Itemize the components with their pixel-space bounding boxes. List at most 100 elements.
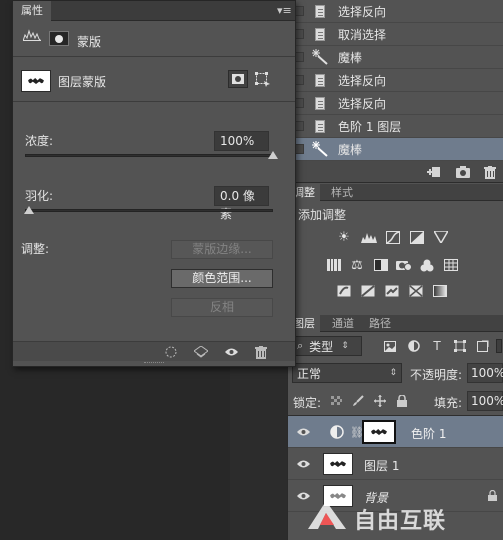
mask-mode-icon[interactable]: [49, 31, 69, 46]
brightness-icon[interactable]: ☀: [336, 230, 352, 245]
tab-properties[interactable]: 属性: [13, 1, 51, 21]
history-item-label: 取消选择: [338, 27, 387, 42]
refine-label: 调整:: [21, 242, 50, 256]
document-icon: [312, 95, 328, 111]
resize-grip[interactable]: [144, 362, 164, 365]
channel-mixer-icon[interactable]: [419, 258, 435, 272]
search-icon: ⌕: [297, 339, 304, 352]
levels-mode-icon[interactable]: [22, 29, 43, 45]
density-slider-handle[interactable]: [268, 151, 278, 159]
load-selection-icon[interactable]: [163, 345, 179, 359]
layer-name: 图层 1: [364, 459, 400, 473]
color-range-button[interactable]: 颜色范围...: [171, 269, 273, 288]
tab-channels[interactable]: 通道: [327, 315, 359, 332]
filter-shape-icon[interactable]: [451, 338, 469, 354]
filter-toggle[interactable]: [496, 339, 502, 353]
opacity-label: 不透明度:: [410, 368, 463, 382]
properties-panel: 属性 ▾≡ 蒙版 图层蒙版 浓度: 100% 羽化: 0.0 像素 调整: 蒙版…: [12, 0, 296, 367]
properties-titlebar: 属性 ▾≡: [13, 1, 295, 21]
history-item[interactable]: 魔棒: [288, 46, 503, 69]
history-item[interactable]: 选择反向: [288, 69, 503, 92]
history-item[interactable]: 取消选择: [288, 23, 503, 46]
right-dock: 选择反向 取消选择 魔棒 选择反向 选择反向 色阶 1 图层 魔棒 调整 样式 …: [287, 0, 503, 540]
adjustment-layer-icon: [330, 425, 344, 439]
history-item-label: 色阶 1 图层: [338, 119, 402, 134]
visibility-eye-icon[interactable]: [296, 425, 310, 439]
feather-slider[interactable]: [25, 209, 273, 212]
feather-input[interactable]: 0.0 像素: [214, 186, 269, 221]
filter-adjustment-icon[interactable]: [405, 338, 423, 354]
new-document-from-state-icon[interactable]: [425, 164, 443, 180]
levels-icon[interactable]: [361, 230, 377, 244]
adjustments-heading: 添加调整: [298, 208, 347, 222]
invert-adjust-icon[interactable]: [336, 284, 352, 298]
history-item[interactable]: 色阶 1 图层: [288, 115, 503, 138]
watermark-logo: 自由互联: [300, 497, 500, 537]
filter-pixel-icon[interactable]: [381, 338, 399, 354]
history-item[interactable]: 选择反向: [288, 0, 503, 23]
eye-icon[interactable]: [223, 345, 239, 359]
history-footer: [288, 161, 503, 183]
lock-move-icon[interactable]: [371, 393, 389, 409]
layer-thumbnail[interactable]: [323, 453, 353, 475]
color-lookup-icon[interactable]: [443, 258, 459, 272]
density-input[interactable]: 100%: [214, 131, 269, 151]
filter-type-icon[interactable]: T: [428, 338, 446, 354]
lock-transparent-icon[interactable]: [327, 393, 345, 409]
layer-filter-dropdown[interactable]: ⌕ 类型 ⇕: [292, 336, 362, 356]
selective-color-icon[interactable]: [408, 284, 424, 298]
feather-label: 羽化:: [25, 189, 54, 203]
invert-button[interactable]: 反相: [171, 298, 273, 317]
lock-all-icon[interactable]: [393, 393, 411, 409]
tab-styles[interactable]: 样式: [326, 184, 358, 201]
density-label: 浓度:: [25, 134, 54, 148]
trash-icon[interactable]: [253, 345, 269, 359]
layers-tabbar: 图层 通道 路径: [288, 315, 503, 332]
history-item-label: 选择反向: [338, 96, 387, 111]
history-item-label: 选择反向: [338, 4, 387, 19]
document-icon: [312, 72, 328, 88]
trash-icon[interactable]: [481, 164, 499, 180]
panel-menu-icon[interactable]: ▾≡: [277, 4, 292, 17]
mask-thumbnail: [21, 70, 51, 92]
apply-mask-icon[interactable]: [193, 345, 209, 359]
properties-footer: [13, 341, 295, 361]
opacity-input[interactable]: 100%: [467, 363, 503, 383]
chevron-updown-icon: ⇕: [341, 341, 349, 351]
filter-smart-object-icon[interactable]: [474, 338, 492, 354]
vibrance-icon[interactable]: [433, 230, 449, 244]
canvas-area: [230, 367, 287, 540]
mask-edge-button[interactable]: 蒙版边缘...: [171, 240, 273, 259]
feather-slider-handle[interactable]: [24, 206, 34, 214]
vector-mask-button[interactable]: [254, 71, 272, 87]
layer-row-layer1[interactable]: 图层 1: [288, 448, 503, 480]
hue-saturation-icon[interactable]: [326, 258, 342, 272]
black-white-icon[interactable]: [373, 258, 389, 272]
curves-icon[interactable]: [385, 230, 401, 244]
mode-label: 蒙版: [77, 35, 102, 49]
document-icon: [312, 3, 328, 19]
history-item-label: 魔棒: [338, 50, 363, 65]
tab-paths[interactable]: 路径: [364, 315, 396, 332]
layer-name: 色阶 1: [411, 427, 447, 441]
color-balance-icon[interactable]: ⚖: [349, 258, 365, 273]
history-item-selected[interactable]: 魔棒: [288, 138, 503, 161]
pixel-mask-button[interactable]: [228, 70, 248, 88]
layer-row-levels[interactable]: ⛓ 色阶 1: [288, 416, 503, 448]
camera-icon[interactable]: [454, 164, 472, 180]
threshold-icon[interactable]: [384, 284, 400, 298]
photo-filter-icon[interactable]: [396, 258, 412, 272]
lock-paint-icon[interactable]: [349, 393, 367, 409]
layer-mask-thumbnail[interactable]: [362, 420, 396, 444]
fill-input[interactable]: 100%: [467, 391, 503, 411]
visibility-eye-icon[interactable]: [296, 457, 310, 471]
posterize-icon[interactable]: [360, 284, 376, 298]
watermark-text: 自由互联: [354, 509, 447, 534]
exposure-icon[interactable]: [409, 230, 425, 244]
density-slider[interactable]: [25, 154, 273, 157]
history-item[interactable]: 选择反向: [288, 92, 503, 115]
gradient-map-icon[interactable]: [432, 284, 448, 298]
chevron-updown-icon: ⇕: [389, 368, 397, 378]
blend-mode-dropdown[interactable]: 正常 ⇕: [292, 363, 402, 383]
fill-label: 填充:: [434, 396, 463, 410]
